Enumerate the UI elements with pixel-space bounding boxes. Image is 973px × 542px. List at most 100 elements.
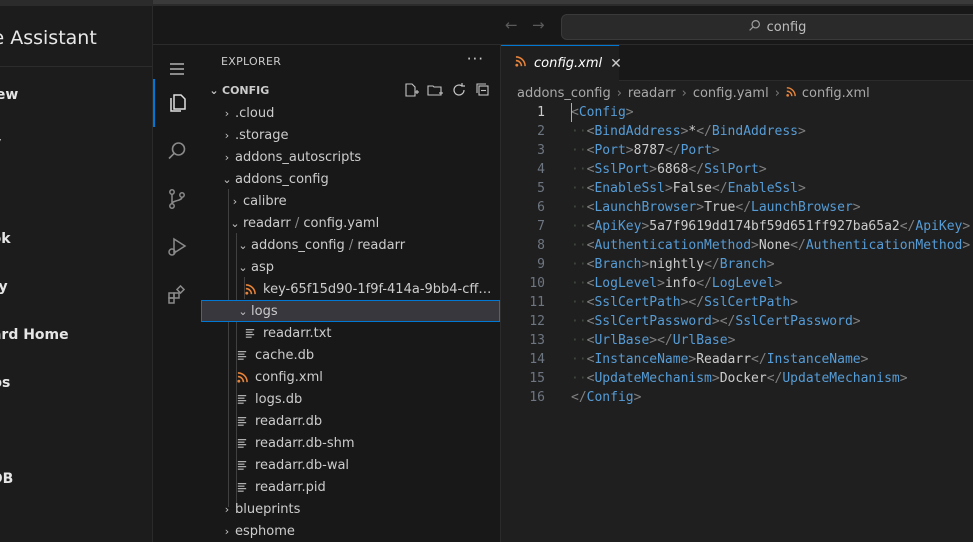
chevron-down-icon: ⌄ bbox=[238, 304, 248, 318]
tree-folder-item[interactable]: ⌄ asp bbox=[201, 256, 500, 278]
chevron-right-icon: › bbox=[774, 85, 780, 101]
tree-folder-item[interactable]: ⌄ addons_config bbox=[201, 168, 500, 190]
line-number: 10 bbox=[529, 276, 545, 291]
search-view-button[interactable] bbox=[153, 127, 201, 175]
code-text: ··<LogLevel>info</LogLevel> bbox=[571, 276, 783, 291]
code-text: ··<AuthenticationMethod>None</Authentica… bbox=[571, 238, 971, 253]
code-text: ··<BindAddress>*</BindAddress> bbox=[571, 124, 806, 139]
chevron-right-icon: › bbox=[224, 128, 230, 142]
tree-folder-item[interactable]: › .storage bbox=[201, 124, 500, 146]
source-control-icon bbox=[169, 189, 185, 209]
ha-nav-logbook[interactable]: ook bbox=[0, 215, 152, 263]
search-icon bbox=[168, 142, 186, 160]
ha-nav-overview[interactable]: view bbox=[0, 71, 152, 119]
line-number: 14 bbox=[529, 352, 545, 367]
code-line: 4 ··<SslPort>6868</SslPort> bbox=[501, 160, 973, 179]
code-text: ··<LaunchBrowser>True</LaunchBrowser> bbox=[571, 200, 861, 215]
breadcrumb-item[interactable]: config.yaml bbox=[693, 86, 769, 101]
refresh-explorer-button[interactable] bbox=[450, 81, 468, 99]
text-file-icon bbox=[243, 328, 257, 338]
ha-nav-energy[interactable]: gy bbox=[0, 119, 152, 167]
explorer-more-actions[interactable]: ··· bbox=[467, 50, 484, 68]
tree-file-item[interactable]: readarr.txt bbox=[201, 322, 500, 344]
new-folder-button[interactable] bbox=[426, 81, 444, 99]
rss-file-icon bbox=[786, 86, 796, 101]
tree-item-label: readarr.txt bbox=[263, 325, 332, 341]
code-line: 5 ··<EnableSsl>False</EnableSsl> bbox=[501, 179, 973, 198]
tree-file-item[interactable]: key-65f15d90-1f9f-414a-9bb4-cff8e5d... bbox=[201, 278, 500, 300]
ha-nav-media[interactable]: a bbox=[0, 503, 152, 542]
new-file-button[interactable] bbox=[402, 81, 420, 99]
tree-folder-item[interactable]: › addons_autoscripts bbox=[201, 146, 500, 168]
text-cursor bbox=[571, 103, 572, 122]
tree-item-label: blueprints bbox=[235, 501, 301, 517]
tree-folder-item[interactable]: › calibre bbox=[201, 190, 500, 212]
tree-item-label: readarr / config.yaml bbox=[243, 215, 380, 231]
tree-item-label: asp bbox=[251, 259, 274, 275]
breadcrumb-item[interactable]: readarr bbox=[628, 86, 676, 101]
code-line: 11 ··<SslCertPath></SslCertPath> bbox=[501, 293, 973, 312]
command-center-search[interactable]: config bbox=[561, 14, 973, 40]
tree-file-item[interactable]: readarr.db bbox=[201, 410, 500, 432]
breadcrumb: addons_config › readarr › config.yaml › … bbox=[517, 82, 870, 104]
forward-button[interactable]: → bbox=[532, 16, 545, 34]
ha-nav-backups[interactable]: ups bbox=[0, 359, 152, 407]
ha-nav-label: ook bbox=[0, 231, 11, 247]
collapse-folders-button[interactable] bbox=[474, 81, 492, 99]
breadcrumb-item[interactable]: addons_config bbox=[517, 86, 611, 101]
tree-file-item[interactable]: readarr.db-shm bbox=[201, 432, 500, 454]
tree-file-item[interactable]: readarr.db-wal bbox=[201, 454, 500, 476]
close-tab-button[interactable]: ✕ bbox=[610, 56, 622, 72]
chevron-right-icon: › bbox=[224, 150, 230, 164]
code-text: ··<SslCertPath></SslCertPath> bbox=[571, 295, 798, 310]
ha-nav-adguard-home[interactable]: uard Home bbox=[0, 311, 152, 359]
chevron-down-icon: ⌄ bbox=[238, 238, 248, 252]
tree-item-label: addons_autoscripts bbox=[235, 149, 362, 165]
tree-folder-item[interactable]: ⌄ logs bbox=[201, 300, 500, 322]
tree-file-item[interactable]: cache.db bbox=[201, 344, 500, 366]
ha-nav-influxdb[interactable]: xDB bbox=[0, 455, 152, 503]
ha-nav-store[interactable]: re bbox=[0, 407, 152, 455]
ha-sidebar: me Assistant view gy ook ory uard Home u… bbox=[0, 0, 153, 542]
chevron-right-icon: › bbox=[224, 106, 230, 120]
ha-nav-history[interactable]: ory bbox=[0, 263, 152, 311]
tree-folder-item[interactable]: › blueprints bbox=[201, 498, 500, 520]
breadcrumb-item[interactable]: config.xml bbox=[802, 86, 870, 101]
code-text: ··<Port>8787</Port> bbox=[571, 143, 720, 158]
chevron-right-icon: › bbox=[232, 194, 238, 208]
explorer-actions bbox=[402, 81, 492, 99]
tree-item-label: key-65f15d90-1f9f-414a-9bb4-cff8e5d... bbox=[263, 281, 500, 297]
run-debug-button[interactable] bbox=[153, 223, 201, 271]
code-text: ··<ApiKey>5a7f9619dd174bf59d651ff927ba65… bbox=[571, 219, 971, 234]
extensions-button[interactable] bbox=[153, 271, 201, 319]
source-control-button[interactable] bbox=[153, 175, 201, 223]
extensions-icon bbox=[168, 284, 186, 304]
line-number: 7 bbox=[537, 219, 545, 234]
tree-folder-item[interactable]: › esphome bbox=[201, 520, 500, 542]
line-number: 1 bbox=[537, 105, 545, 120]
line-number: 13 bbox=[529, 333, 545, 348]
tree-item-label: readarr.db-wal bbox=[255, 457, 350, 473]
ha-title-text: me Assistant bbox=[0, 27, 97, 49]
command-center-text: config bbox=[766, 19, 807, 35]
explorer-title: EXPLORER bbox=[221, 55, 282, 68]
explorer-view-button[interactable] bbox=[153, 79, 201, 127]
line-number: 6 bbox=[537, 200, 545, 215]
tree-file-item[interactable]: readarr.pid bbox=[201, 476, 500, 498]
code-text: </Config> bbox=[571, 390, 642, 405]
code-line: 2 ··<BindAddress>*</BindAddress> bbox=[501, 122, 973, 141]
tab-config-xml[interactable]: config.xml ✕ bbox=[501, 45, 622, 81]
tree-folder-item[interactable]: ⌄ readarr / config.yaml bbox=[201, 212, 500, 234]
code-line: 9 ··<Branch>nightly</Branch> bbox=[501, 255, 973, 274]
code-line: 13 ··<UrlBase></UrlBase> bbox=[501, 331, 973, 350]
code-text: ··<Branch>nightly</Branch> bbox=[571, 257, 775, 272]
tree-file-item[interactable]: logs.db bbox=[201, 388, 500, 410]
back-button[interactable]: ← bbox=[505, 16, 518, 34]
ha-nav-label: view bbox=[0, 87, 19, 103]
tree-folder-item[interactable]: › .cloud bbox=[201, 102, 500, 124]
line-number: 5 bbox=[537, 181, 545, 196]
tree-folder-item[interactable]: ⌄ addons_config / readarr bbox=[201, 234, 500, 256]
tree-file-item[interactable]: config.xml bbox=[201, 366, 500, 388]
explorer-panel: EXPLORER ··· ⌄ CONFIG › .cloud › .storage › a… bbox=[201, 45, 501, 542]
text-file-icon bbox=[235, 482, 249, 492]
